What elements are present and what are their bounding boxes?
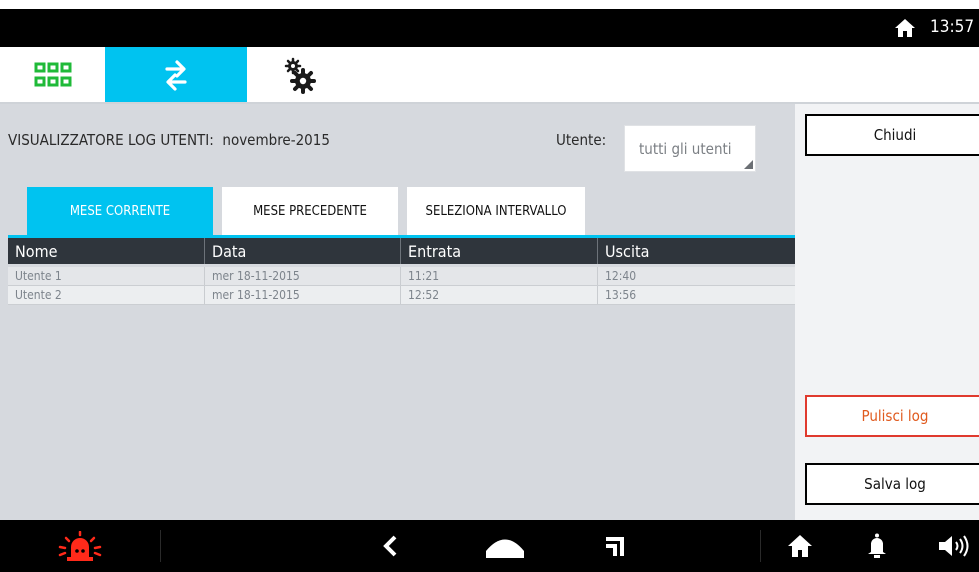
tab-current-month[interactable]: MESE CORRENTE xyxy=(27,187,213,235)
cell-date: mer 18-11-2015 xyxy=(205,267,401,285)
tab-previous-month[interactable]: MESE PRECEDENTE xyxy=(222,187,398,235)
home-shortcut-button[interactable] xyxy=(775,520,825,572)
status-bar: 13:57 xyxy=(0,9,979,47)
bottom-nav-bar xyxy=(0,520,979,572)
recent-apps-button[interactable] xyxy=(585,520,645,572)
recent-apps-icon xyxy=(606,537,624,556)
column-header-date: Data xyxy=(205,238,401,264)
transfer-arrows-icon xyxy=(165,59,187,91)
speaker-volume-icon xyxy=(939,535,969,557)
nav-divider xyxy=(760,530,761,562)
apps-tab[interactable] xyxy=(0,47,105,102)
cell-entry: 12:52 xyxy=(401,286,598,304)
cell-date: mer 18-11-2015 xyxy=(205,286,401,304)
settings-tab[interactable] xyxy=(247,47,352,102)
volume-button[interactable] xyxy=(929,520,979,572)
column-header-name: Nome xyxy=(8,238,205,264)
clock: 13:57 xyxy=(930,17,975,37)
top-toolbar xyxy=(0,47,979,104)
home-nav-button[interactable] xyxy=(470,520,540,572)
page-title: VISUALIZZATORE LOG UTENTI: novembre-2015 xyxy=(8,131,330,149)
side-panel: Chiudi Pulisci log Salva log xyxy=(795,104,979,520)
home-dome-icon xyxy=(486,539,524,558)
cell-name: Utente 1 xyxy=(8,267,205,285)
cell-exit: 13:56 xyxy=(605,288,637,302)
settings-gears-icon xyxy=(284,57,316,94)
tab-label: MESE PRECEDENTE xyxy=(253,203,367,219)
table-header: Nome Data Entrata Uscita xyxy=(8,238,795,264)
save-log-button[interactable]: Salva log xyxy=(805,463,979,505)
nav-divider xyxy=(160,530,161,562)
tab-select-range[interactable]: SELEZIONA INTERVALLO xyxy=(407,187,585,235)
close-button-label: Chiudi xyxy=(873,126,917,144)
table-row[interactable]: Utente 2 mer 18-11-2015 12:52 13:56 xyxy=(8,286,795,305)
column-header-entry: Entrata xyxy=(401,238,598,264)
cell-exit: 12:40 xyxy=(605,269,637,283)
cell-name: Utente 2 xyxy=(8,286,205,304)
close-button[interactable]: Chiudi xyxy=(805,114,979,156)
user-filter-value: tutti gli utenti xyxy=(639,140,732,158)
clear-log-label: Pulisci log xyxy=(861,407,929,425)
home-icon xyxy=(894,18,916,38)
alarm-button[interactable] xyxy=(30,520,130,572)
save-log-label: Salva log xyxy=(864,475,926,493)
clear-log-button[interactable]: Pulisci log xyxy=(805,395,979,437)
transfer-tab[interactable] xyxy=(105,47,247,102)
table-row[interactable]: Utente 1 mer 18-11-2015 11:21 12:40 xyxy=(8,267,795,286)
user-filter-label: Utente: xyxy=(556,131,607,149)
tab-label: SELEZIONA INTERVALLO xyxy=(425,203,567,219)
alarm-siren-icon xyxy=(58,531,102,561)
user-filter-dropdown[interactable]: tutti gli utenti xyxy=(624,125,756,172)
dropdown-corner-icon xyxy=(744,160,753,169)
bell-icon xyxy=(868,533,886,558)
apps-grid-icon xyxy=(34,62,71,86)
cell-entry: 11:21 xyxy=(401,267,598,285)
bell-button[interactable] xyxy=(852,520,902,572)
home-icon xyxy=(788,535,812,557)
back-chevron-icon xyxy=(383,535,397,557)
tab-label: MESE CORRENTE xyxy=(69,203,171,219)
column-header-exit: Uscita xyxy=(605,241,650,261)
back-button[interactable] xyxy=(360,520,420,572)
